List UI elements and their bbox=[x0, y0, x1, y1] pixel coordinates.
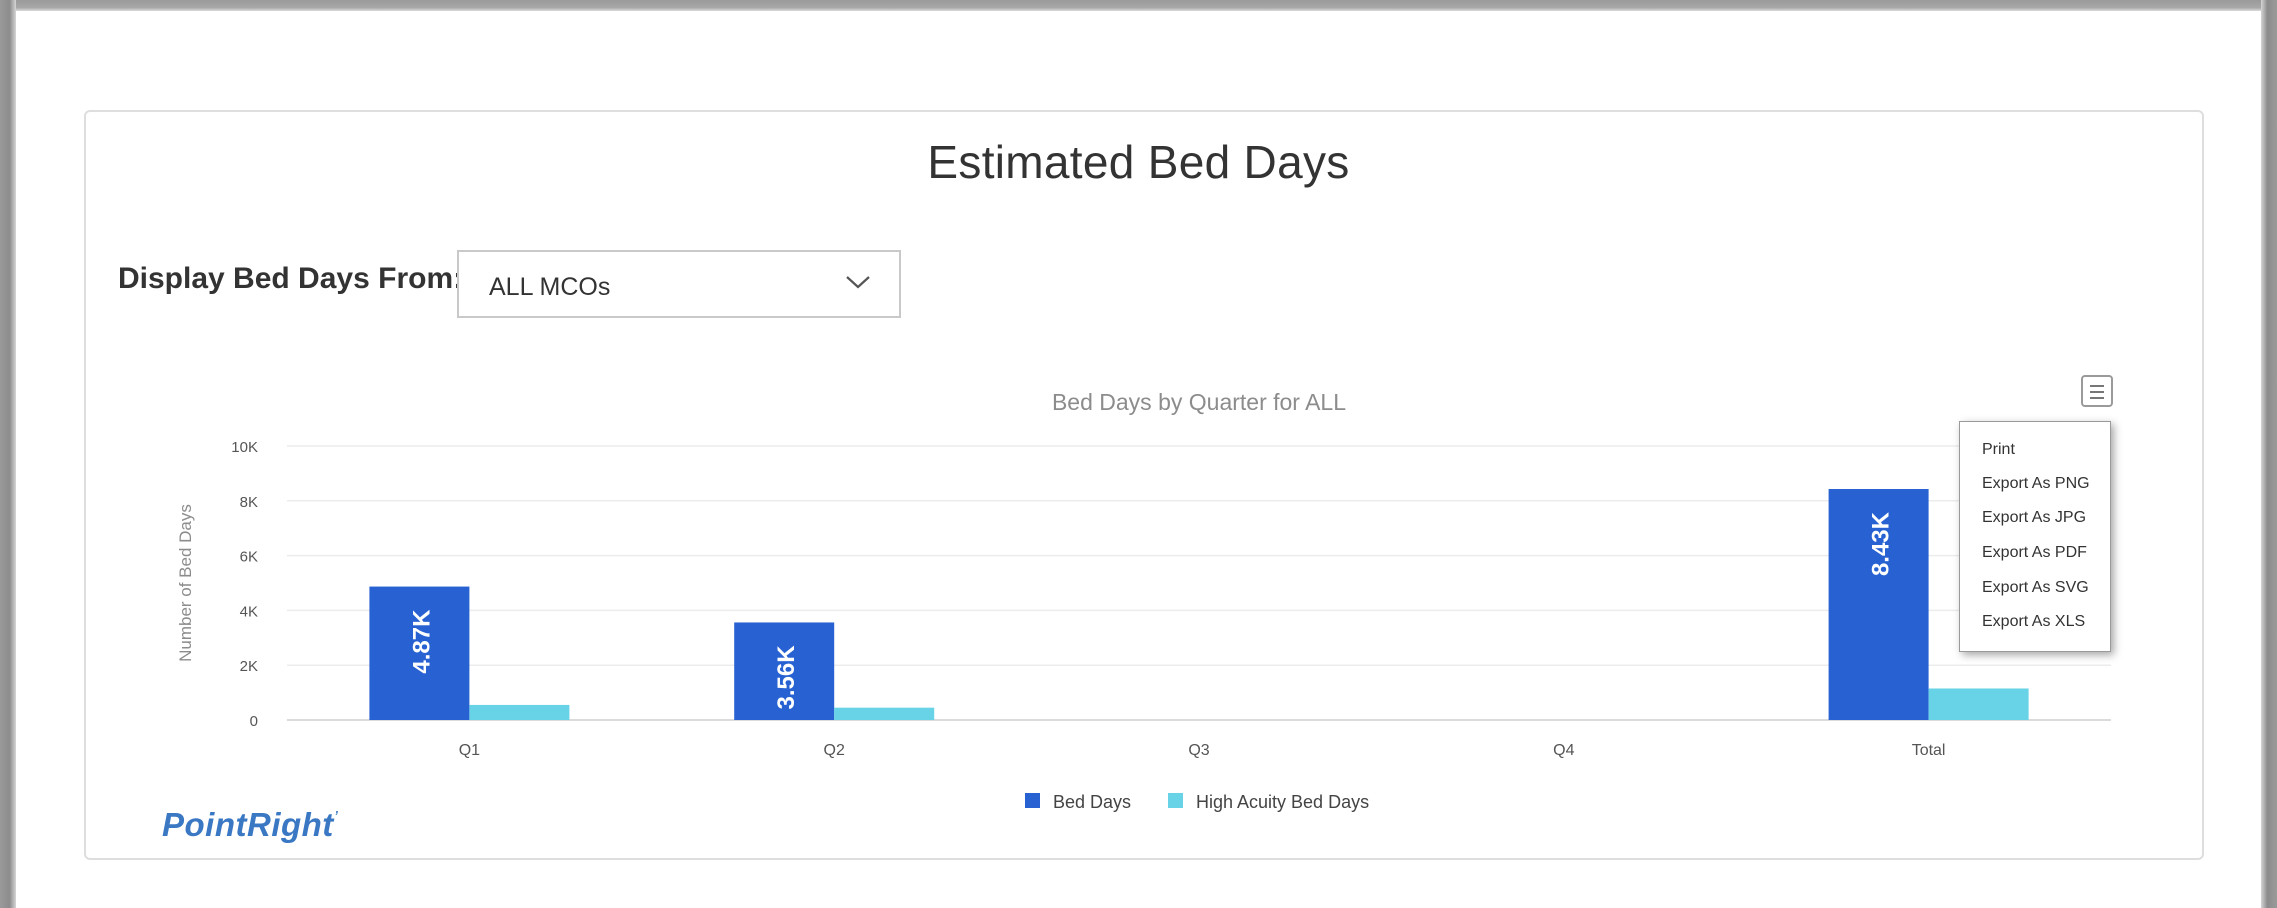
data-label: 4.87K bbox=[408, 609, 435, 674]
x-tick-label: Q2 bbox=[824, 742, 845, 759]
bar-high-acuity bbox=[834, 707, 935, 720]
bar-chart: Bed Days by Quarter for ALL 0 2K 4K 6K 8K 10K N… bbox=[176, 389, 2111, 812]
legend-label: Bed Days bbox=[1053, 792, 1131, 812]
bar-high-acuity bbox=[1928, 688, 2029, 720]
menu-item-export-png[interactable]: Export As PNG bbox=[1982, 475, 2090, 493]
y-tick-label: 0 bbox=[250, 713, 258, 730]
export-menu: Print Export As PNG Export As JPG Export… bbox=[1959, 421, 2111, 652]
y-tick-label: 8K bbox=[240, 494, 258, 511]
legend-label: High Acuity Bed Days bbox=[1196, 792, 1369, 812]
data-label: 8.43K bbox=[1868, 511, 1895, 576]
y-axis-label: Number of Bed Days bbox=[176, 504, 195, 662]
y-tick-label: 2K bbox=[240, 658, 258, 675]
legend-swatch bbox=[1025, 793, 1040, 808]
x-tick-label: Q3 bbox=[1188, 742, 1209, 759]
menu-item-export-pdf[interactable]: Export As PDF bbox=[1982, 544, 2087, 562]
x-tick-label: Q1 bbox=[459, 742, 480, 759]
pointright-logo: PointRight’ bbox=[162, 806, 339, 843]
menu-item-export-svg[interactable]: Export As SVG bbox=[1982, 579, 2089, 597]
x-tick-label: Total bbox=[1912, 742, 1946, 759]
y-tick-label: 10K bbox=[231, 439, 258, 456]
menu-item-export-xls[interactable]: Export As XLS bbox=[1982, 613, 2085, 631]
y-tick-label: 6K bbox=[240, 549, 258, 566]
legend-swatch bbox=[1168, 793, 1183, 808]
menu-item-print[interactable]: Print bbox=[1982, 441, 2015, 459]
chart-title: Bed Days by Quarter for ALL bbox=[1052, 389, 1346, 415]
menu-item-export-jpg[interactable]: Export As JPG bbox=[1982, 509, 2086, 527]
data-label: 3.56K bbox=[773, 645, 800, 710]
x-tick-label: Q4 bbox=[1553, 742, 1574, 759]
chart-menu-button[interactable] bbox=[2081, 375, 2113, 407]
bar-high-acuity bbox=[469, 704, 570, 720]
y-tick-label: 4K bbox=[240, 603, 258, 620]
